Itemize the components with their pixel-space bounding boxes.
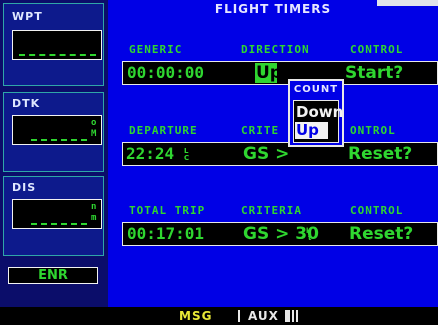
option-up-selected[interactable]: Up <box>295 122 328 139</box>
control-header-3: CONTROL <box>350 204 404 217</box>
status-divider <box>238 310 240 322</box>
direction-header: DIRECTION <box>241 43 310 56</box>
popup-title: COUNT <box>293 84 339 95</box>
dis-unit-top: n <box>91 202 97 212</box>
dtk-field: o M <box>12 115 102 145</box>
wpt-dashes <box>19 54 96 56</box>
departure-tz-bottom: C <box>184 154 190 162</box>
count-popup: COUNT Down Up <box>288 79 344 147</box>
departure-timer-value: 22:24 <box>126 144 175 163</box>
dtk-unit-top: o <box>91 118 97 128</box>
option-down[interactable]: Down <box>296 104 343 121</box>
dis-panel[interactable]: DIS n m <box>3 176 104 256</box>
gps-screen: WPT DTK o M DIS n m ENR FLIGHT TIMERS GE… <box>0 0 438 325</box>
dis-dashes <box>31 223 87 225</box>
total-trip-control-value[interactable]: Reset? <box>349 223 413 245</box>
dtk-label: DTK <box>12 97 41 110</box>
departure-header: DEPARTURE <box>129 124 198 137</box>
dis-label: DIS <box>12 181 37 194</box>
wpt-panel[interactable]: WPT <box>3 3 104 86</box>
departure-criteria-value[interactable]: GS > 30 <box>243 143 293 165</box>
criteria-header-2: CRITERIA <box>241 204 302 217</box>
generic-timer-value: 00:00:00 <box>127 63 205 82</box>
aux-page-group: AUX <box>248 309 279 323</box>
total-trip-header: TOTAL TRIP <box>129 204 206 217</box>
dtk-panel[interactable]: DTK o M <box>3 92 104 172</box>
mode-annunciator: ENR <box>8 267 98 284</box>
dtk-dashes <box>31 139 87 141</box>
dtk-unit-bottom: M <box>91 129 97 139</box>
dis-unit-bottom: m <box>91 213 97 223</box>
total-trip-unit-bottom: t <box>308 234 312 242</box>
generic-header: GENERIC <box>129 43 183 56</box>
direction-value[interactable]: Up <box>256 62 288 84</box>
departure-control-value[interactable]: Reset? <box>348 143 412 165</box>
control-header-1: CONTROL <box>350 43 404 56</box>
dis-field: n m <box>12 199 102 229</box>
status-bar: MSG AUX <box>0 307 438 325</box>
criteria-header-1: CRITE <box>241 124 280 137</box>
sidebar: WPT DTK o M DIS n m ENR <box>0 0 108 307</box>
total-trip-timer-value: 00:17:01 <box>127 224 205 243</box>
wpt-label: WPT <box>12 10 43 23</box>
msg-annunciator[interactable]: MSG <box>179 309 212 323</box>
count-option-list: Down Up <box>293 100 343 143</box>
wpt-field <box>12 30 102 60</box>
generic-control-value[interactable]: Start? <box>345 62 403 84</box>
screen-edge <box>377 0 438 6</box>
control-header-2: ONTROL <box>350 124 396 137</box>
